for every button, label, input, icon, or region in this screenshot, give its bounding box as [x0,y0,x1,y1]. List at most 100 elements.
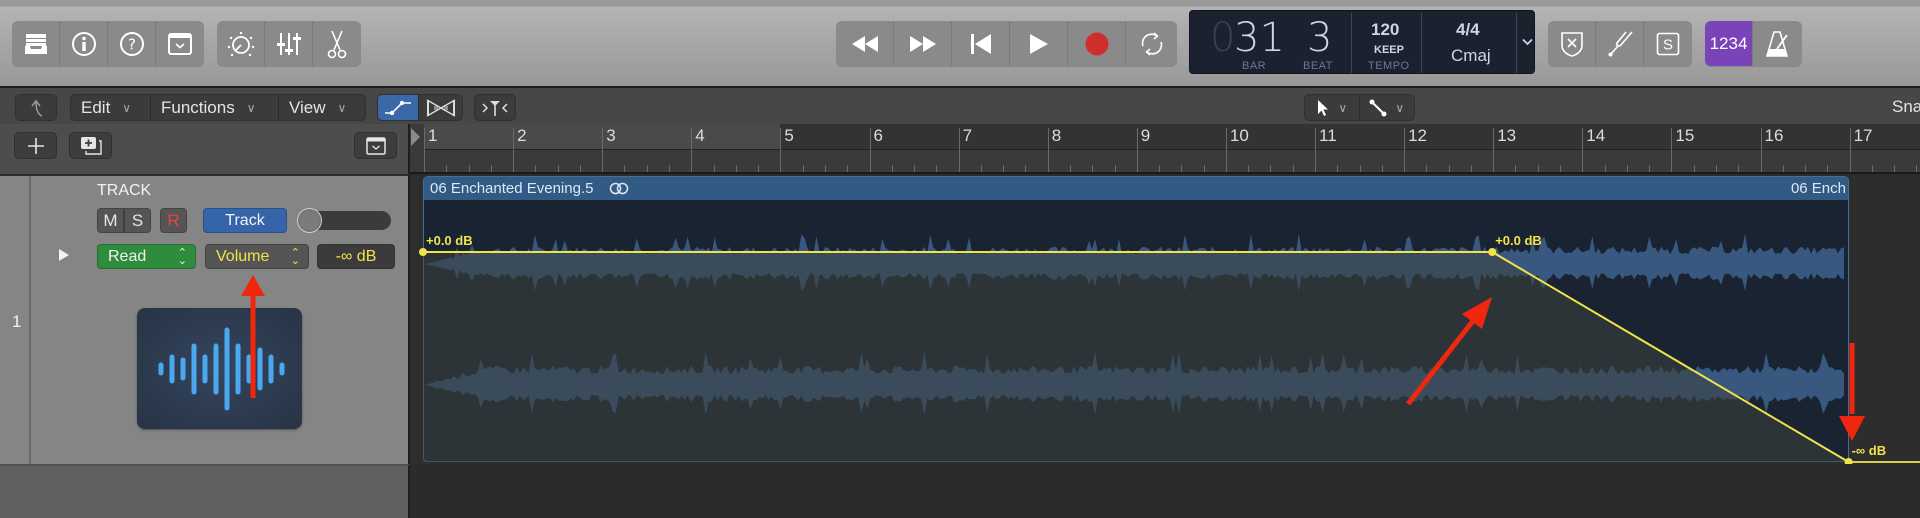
arrange-area[interactable]: 1 2 3 4 5 6 7 8 9 10 11 12 13 14 15 16 17 06 Enchanted E… [410,124,1920,518]
flex-view-button[interactable] [419,95,462,120]
mute-label: M [103,210,118,230]
quick-help-button[interactable]: ? [108,21,156,66]
automation-mode-select[interactable]: Read ⌃ ⌄ [97,244,196,269]
automation-layer[interactable]: +0.0 dB +0.0 dB -∞ dB [410,176,1920,464]
play-icon [1029,33,1048,54]
track-number-column: 1 [4,176,31,466]
solo-button[interactable]: S [124,208,151,233]
library-button[interactable] [12,21,60,66]
rewind-button[interactable] [836,21,894,66]
flex-icon [426,98,455,117]
mixer-button[interactable] [265,21,313,66]
record-icon [1085,32,1108,55]
command-click-tool-menu[interactable]: ∨ [1360,95,1415,120]
inspector-icon [71,31,96,56]
control-bar: ? 0 31 3 BAR BEAT 120 KEEP TEMPO 4/4 Cma… [0,0,1920,86]
track-lane[interactable]: 06 Enchanted Evening.5 06 Ench +0.0 dB +0… [410,176,1920,464]
bar-tick [513,128,515,172]
automation-parameter-select[interactable]: Volume ⌃ ⌄ [205,244,309,269]
global-tracks-button[interactable] [354,132,397,159]
automation-value-field[interactable]: -∞ dB [317,244,395,269]
lcd-time-signature: 4/4 [1456,20,1480,39]
beat-tick [1181,165,1183,172]
track-number: 1 [12,312,22,331]
toolbar-button[interactable] [156,21,204,66]
add-track-button[interactable] [14,132,57,159]
volume-slider[interactable] [297,208,391,233]
automation-toggle-button[interactable] [378,95,420,120]
beat-tick [1560,165,1562,172]
beat-tick [1448,165,1450,172]
automation-point[interactable] [1488,248,1497,256]
track-icon[interactable] [137,308,302,429]
beat-tick [1270,165,1272,172]
snap-label[interactable]: Sna [1892,97,1920,117]
automation-view-group [377,94,463,121]
lcd-display[interactable]: 0 31 3 BAR BEAT 120 KEEP TEMPO 4/4 Cmaj [1189,10,1535,74]
empty-track-area[interactable] [0,464,410,518]
beat-tick [1359,165,1361,172]
lcd-dropdown-chevron-icon[interactable] [1522,38,1533,46]
bar-tick [869,128,871,172]
bar-number: 12 [1408,126,1428,145]
transport-group [836,21,1177,66]
track-button[interactable]: Track [203,208,287,233]
record-button[interactable] [1068,21,1126,66]
bar-tick [1671,128,1673,172]
edit-menu[interactable]: Edit ∨ [71,95,151,120]
track-name[interactable]: TRACK [97,182,151,200]
fast-forward-button[interactable] [894,21,952,66]
automation-point[interactable] [419,248,427,256]
inspector-button[interactable] [60,21,108,66]
catch-playhead-icon [482,100,508,116]
metronome-button[interactable] [1753,21,1801,66]
back-button[interactable] [15,94,57,121]
bar-tick [1760,128,1762,172]
bar-tick [1849,128,1851,172]
cycle-button[interactable] [1126,21,1177,66]
tuner-button[interactable] [1596,21,1644,66]
fast-forward-icon [909,35,936,52]
bar-number: 9 [1140,126,1151,145]
bar-number: 10 [1229,126,1249,145]
beat-tick [1515,165,1517,172]
bar-tick [1225,128,1227,172]
count-in-label: 1234 [1709,33,1748,53]
functions-menu[interactable]: Functions ∨ [151,95,279,120]
play-button[interactable] [1010,21,1068,66]
smart-controls-button[interactable] [217,21,265,66]
record-enable-button[interactable]: R [160,208,187,233]
edit-menu-label: Edit [81,97,111,117]
mute-button[interactable]: M [97,208,124,233]
volume-slider-knob[interactable] [297,208,322,233]
replace-button[interactable] [1548,21,1596,66]
bar-ruler[interactable]: 1 2 3 4 5 6 7 8 9 10 11 12 13 14 15 16 17 [410,124,1920,174]
editors-button[interactable] [313,21,361,66]
automation-point[interactable] [1844,458,1853,464]
disclosure-triangle-icon[interactable] [58,248,70,262]
solo-icon: S [1656,32,1680,55]
toolbar-icon [168,32,192,55]
playhead-marker-icon[interactable] [410,127,422,147]
tracks-toolbar: Edit ∨ Functions ∨ View ∨ ∨ ∨ Sna [0,86,1920,124]
beat-tick [1003,165,1005,172]
scissors-icon [327,30,347,58]
track-header[interactable]: 1 TRACK M S R Track Read ⌃ ⌄ Volume ⌃ ⌄ -∞… [0,174,410,466]
solo-mode-button[interactable]: S [1644,21,1692,66]
bar-tick [1136,128,1138,172]
beat-tick [1693,165,1695,172]
lcd-beat-label: BEAT [1303,60,1333,72]
bar-number: 14 [1586,126,1606,145]
view-menu[interactable]: View ∨ [279,95,365,120]
beat-tick [1114,165,1116,172]
go-to-beginning-button[interactable] [952,21,1010,66]
count-in-button[interactable]: 1234 [1705,21,1753,66]
lcd-bar: 31 [1234,15,1285,61]
beat-tick [1916,165,1918,172]
catch-playhead-button[interactable] [474,94,516,121]
beat-tick [847,165,849,172]
up-down-chevron-icon: ⌃ ⌄ [290,246,300,267]
back-arrow-icon [31,99,43,117]
duplicate-track-button[interactable] [69,132,112,159]
left-click-tool-menu[interactable]: ∨ [1305,95,1360,120]
